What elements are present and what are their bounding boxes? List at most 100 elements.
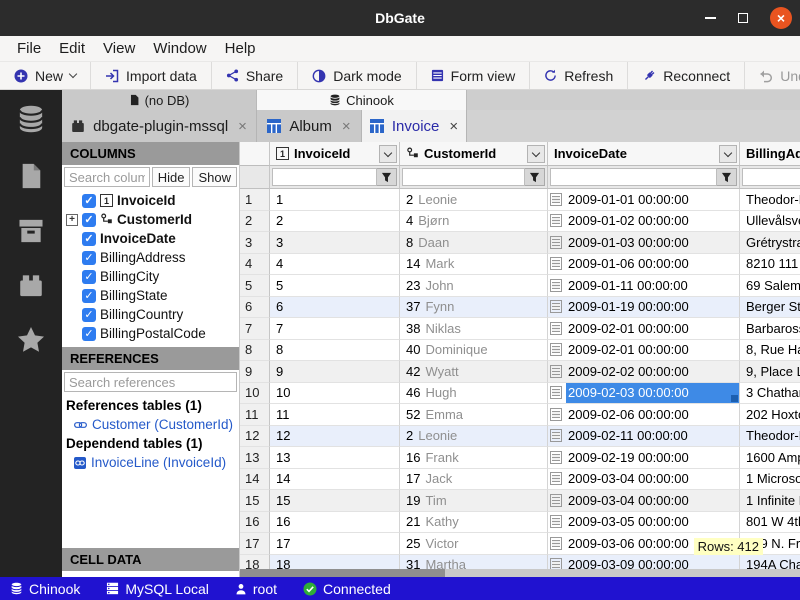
cell-billing-address[interactable]: Grétrystraat 63 — [740, 232, 800, 254]
search-references-input[interactable] — [64, 372, 237, 392]
cell-customer-id[interactable]: 21Kathy — [400, 512, 548, 534]
checkbox-checked[interactable]: ✓ — [82, 327, 96, 341]
search-columns-input[interactable] — [64, 167, 150, 187]
cell-invoice-id[interactable]: 12 — [270, 426, 400, 448]
cell-invoice-date[interactable]: 2009-02-02 00:00:00 — [548, 361, 740, 383]
cell-invoice-id[interactable]: 3 — [270, 232, 400, 254]
filter-input-billingaddress[interactable] — [742, 168, 800, 186]
cell-customer-id[interactable]: 2Leonie — [400, 189, 548, 211]
share-button[interactable]: Share — [212, 62, 298, 89]
dark-mode-button[interactable]: Dark mode — [298, 62, 416, 89]
cell-customer-id[interactable]: 16Frank — [400, 447, 548, 469]
cell-billing-address[interactable]: 1600 Amphitheatre Parkway — [740, 447, 800, 469]
cell-invoice-id[interactable]: 8 — [270, 340, 400, 362]
row-number[interactable]: 11 — [240, 404, 270, 426]
close-icon[interactable]: × — [238, 118, 247, 135]
new-button[interactable]: New — [0, 62, 91, 89]
cell-billing-address[interactable]: 3 Chatham Street — [740, 383, 800, 405]
cell-invoice-id[interactable]: 4 — [270, 254, 400, 276]
cell-customer-id[interactable]: 25Victor — [400, 533, 548, 555]
cell-invoice-date[interactable]: 2009-03-04 00:00:00 — [548, 469, 740, 491]
column-list-item[interactable]: ✓BillingState — [62, 286, 239, 305]
cell-billing-address[interactable]: Berger Straße 10 — [740, 297, 800, 319]
cell-billing-address[interactable]: 202 Hoxton Street — [740, 404, 800, 426]
cell-invoice-id[interactable]: 2 — [270, 211, 400, 233]
checkbox-checked[interactable]: ✓ — [82, 194, 96, 208]
cell-invoice-id[interactable]: 5 — [270, 275, 400, 297]
cell-invoice-date[interactable]: 2009-02-03 00:00:00 — [548, 383, 740, 405]
cell-invoice-date[interactable]: 2009-03-04 00:00:00 — [548, 490, 740, 512]
column-list-item[interactable]: ✓1InvoiceId — [62, 191, 239, 210]
row-number[interactable]: 6 — [240, 297, 270, 319]
reference-link-invoiceline[interactable]: InvoiceLine (InvoiceId) — [66, 453, 235, 472]
row-number[interactable]: 9 — [240, 361, 270, 383]
cell-customer-id[interactable]: 17Jack — [400, 469, 548, 491]
cell-invoice-date[interactable]: 2009-01-19 00:00:00 — [548, 297, 740, 319]
tab-dbgate-plugin-mssql[interactable]: dbgate-plugin-mssql × — [62, 110, 257, 142]
cell-invoice-id[interactable]: 6 — [270, 297, 400, 319]
row-number[interactable]: 1 — [240, 189, 270, 211]
cell-invoice-id[interactable]: 13 — [270, 447, 400, 469]
cell-invoice-date[interactable]: 2009-02-11 00:00:00 — [548, 426, 740, 448]
cell-invoice-id[interactable]: 14 — [270, 469, 400, 491]
cell-billing-address[interactable]: Ullevålsveien 14 — [740, 211, 800, 233]
row-number[interactable]: 14 — [240, 469, 270, 491]
cell-billing-address[interactable]: 1 Microsoft Way — [740, 469, 800, 491]
column-menu-button[interactable] — [527, 145, 545, 163]
row-number[interactable]: 3 — [240, 232, 270, 254]
column-list-item[interactable]: ✓BillingAddress — [62, 248, 239, 267]
row-number[interactable]: 2 — [240, 211, 270, 233]
column-header-billingaddress[interactable]: BillingAddress — [740, 142, 800, 166]
cell-billing-address[interactable]: 1 Infinite Loop — [740, 490, 800, 512]
maximize-button[interactable] — [738, 13, 748, 23]
row-number[interactable]: 12 — [240, 426, 270, 448]
close-icon[interactable]: × — [449, 118, 458, 135]
status-user[interactable]: root — [235, 581, 277, 597]
cell-customer-id[interactable]: 38Niklas — [400, 318, 548, 340]
show-button[interactable]: Show — [192, 167, 237, 187]
scrollbar-thumb[interactable] — [240, 569, 445, 577]
cell-customer-id[interactable]: 2Leonie — [400, 426, 548, 448]
filter-input-invoiceid[interactable] — [272, 168, 377, 186]
checkbox-checked[interactable]: ✓ — [82, 270, 96, 284]
file-icon[interactable] — [18, 162, 44, 190]
cell-billing-address[interactable]: 69 Salem Street — [740, 275, 800, 297]
cell-invoice-date[interactable]: 2009-01-02 00:00:00 — [548, 211, 740, 233]
column-list-item[interactable]: ✓BillingCountry — [62, 305, 239, 324]
filter-funnel-button[interactable] — [377, 168, 397, 186]
filter-funnel-button[interactable] — [525, 168, 545, 186]
column-header-customerid[interactable]: CustomerId — [400, 142, 548, 166]
cell-invoice-date[interactable]: 2009-01-11 00:00:00 — [548, 275, 740, 297]
tab-invoice[interactable]: Invoice × — [362, 110, 467, 142]
row-number[interactable]: 4 — [240, 254, 270, 276]
row-number[interactable]: 5 — [240, 275, 270, 297]
cell-billing-address[interactable]: 8210 111 ST NW — [740, 254, 800, 276]
column-list-item[interactable]: ✓BillingCity — [62, 267, 239, 286]
column-menu-button[interactable] — [719, 145, 737, 163]
reconnect-button[interactable]: Reconnect — [628, 62, 745, 89]
cell-billing-address[interactable]: Barbarossastraße 19 — [740, 318, 800, 340]
cell-invoice-date[interactable]: 2009-02-06 00:00:00 — [548, 404, 740, 426]
checkbox-checked[interactable]: ✓ — [82, 308, 96, 322]
form-view-button[interactable]: Form view — [417, 62, 531, 89]
cell-invoice-id[interactable]: 11 — [270, 404, 400, 426]
reference-link-customer[interactable]: Customer (CustomerId) — [66, 415, 235, 434]
cell-invoice-date[interactable]: 2009-02-19 00:00:00 — [548, 447, 740, 469]
horizontal-scrollbar[interactable] — [240, 569, 800, 577]
cell-customer-id[interactable]: 8Daan — [400, 232, 548, 254]
database-icon[interactable] — [16, 104, 46, 134]
archive-icon[interactable] — [17, 218, 45, 244]
cell-invoice-id[interactable]: 10 — [270, 383, 400, 405]
cell-invoice-id[interactable]: 7 — [270, 318, 400, 340]
cell-invoice-date[interactable]: 2009-01-03 00:00:00 — [548, 232, 740, 254]
checkbox-checked[interactable]: ✓ — [82, 251, 96, 265]
cell-customer-id[interactable]: 46Hugh — [400, 383, 548, 405]
checkbox-checked[interactable]: ✓ — [82, 289, 96, 303]
cell-invoice-date[interactable]: 2009-02-01 00:00:00 — [548, 318, 740, 340]
column-header-invoicedate[interactable]: InvoiceDate — [548, 142, 740, 166]
column-header-invoiceid[interactable]: 1 InvoiceId — [270, 142, 400, 166]
cell-invoice-id[interactable]: 16 — [270, 512, 400, 534]
column-list-item[interactable]: ✓BillingPostalCode — [62, 324, 239, 343]
cell-invoice-id[interactable]: 17 — [270, 533, 400, 555]
menu-file[interactable]: File — [8, 40, 50, 57]
